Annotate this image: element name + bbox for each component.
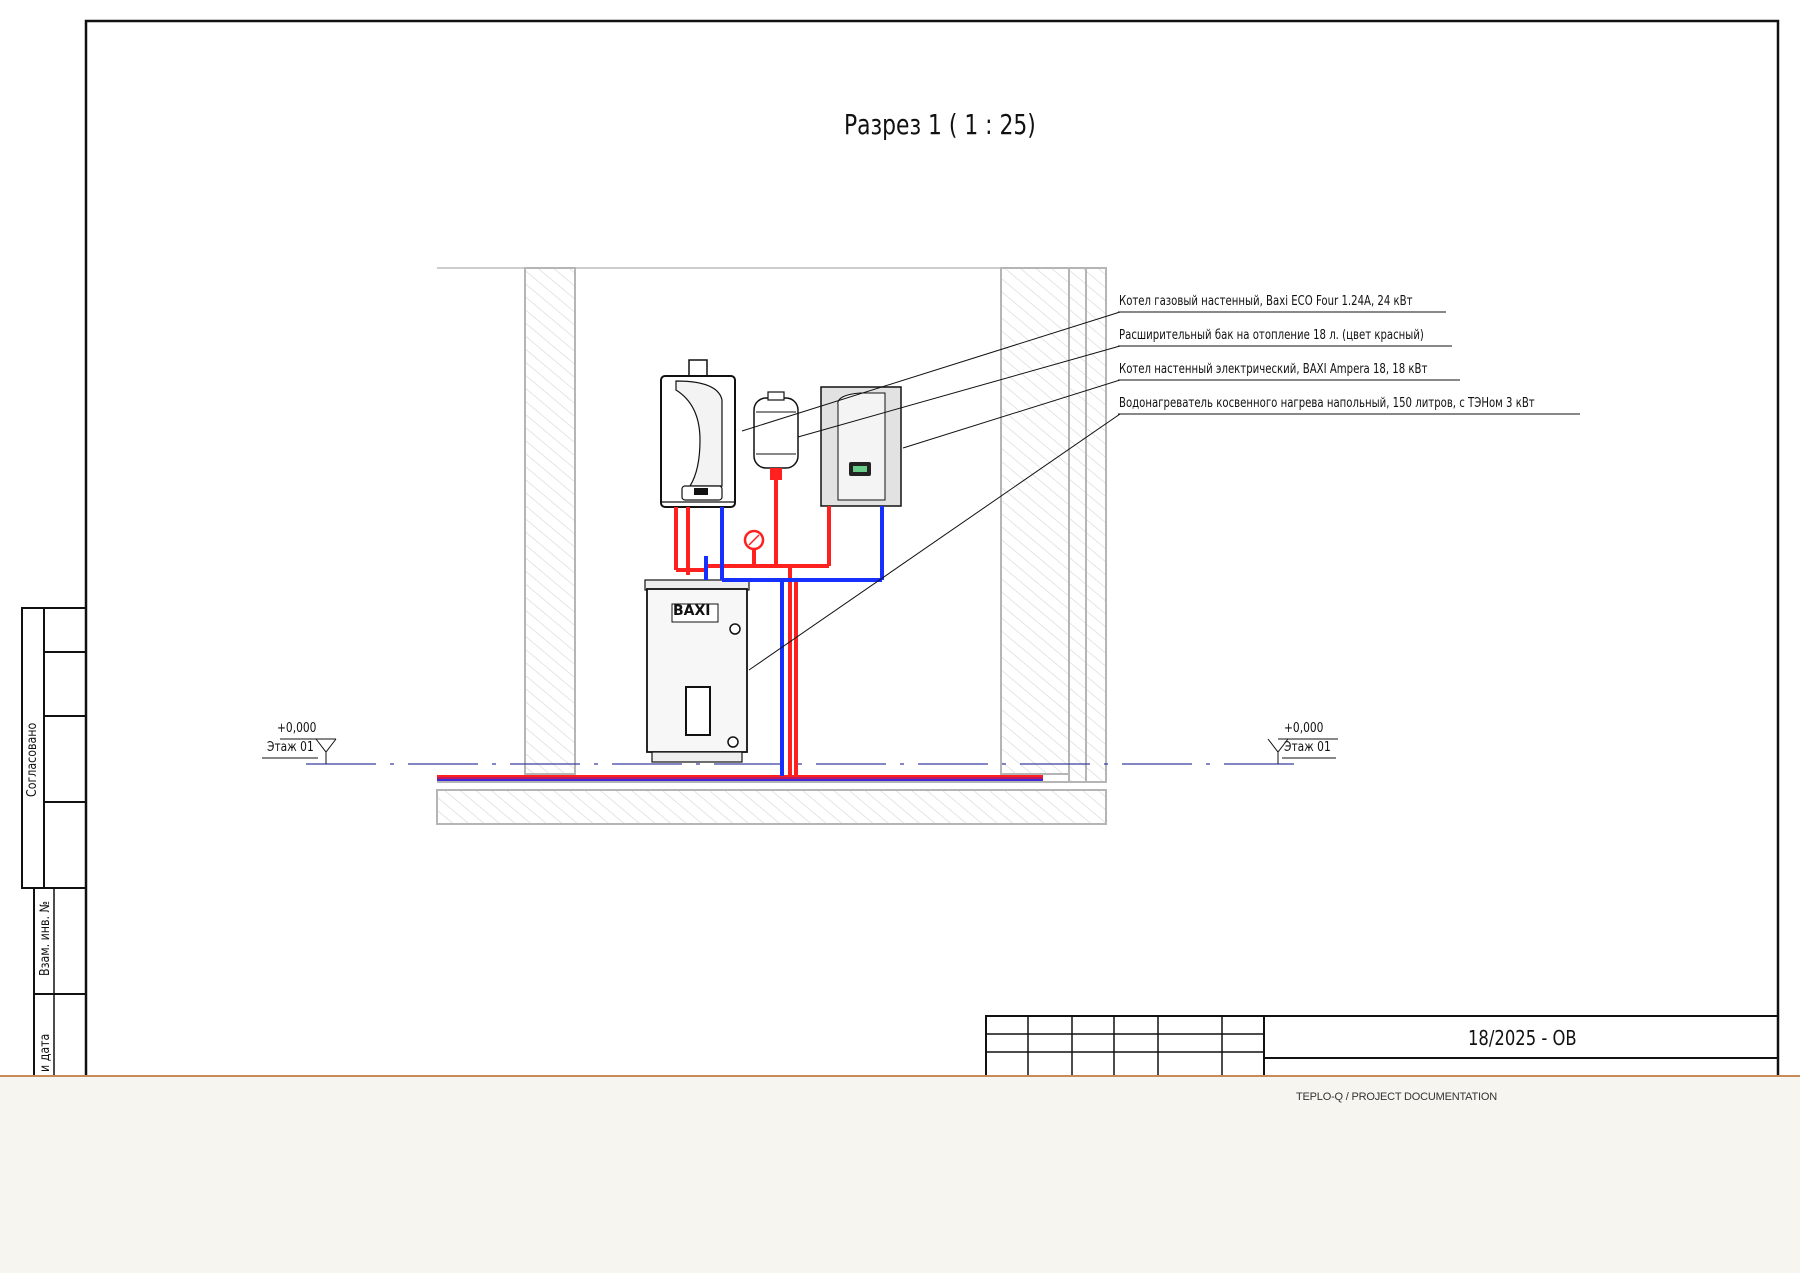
section-drawing — [21, 19, 1780, 1075]
level-name-right: Этаж 01 — [1284, 740, 1331, 755]
callout-electric-boiler: Котел настенный электрический, BAXI Ampe… — [1119, 362, 1428, 377]
document-code: 18/2025 - ОВ — [1468, 1026, 1577, 1050]
building-section — [436, 267, 1107, 825]
expansion-tank — [753, 391, 799, 480]
heater-brand-logo: BAXI — [673, 603, 711, 619]
callout-gas-boiler: Котел газовый настенный, Baxi ECO Four 1… — [1119, 294, 1413, 309]
section-title: Разрез 1 ( 1 : 25) — [844, 108, 1036, 141]
footer-divider — [0, 1075, 1800, 1077]
stamp-date: и дата — [38, 1033, 53, 1072]
footer-caption: TEPLO-Q / PROJECT DOCUMENTATION — [1296, 1091, 1497, 1103]
callout-water-heater: Водонагреватель косвенного нагрева напол… — [1119, 396, 1535, 411]
right-wall-outer — [1085, 267, 1107, 783]
left-wall — [524, 267, 576, 775]
level-mark-left: +0,000 — [277, 721, 317, 736]
callout-expansion-tank: Расширительный бак на отопление 18 л. (ц… — [1119, 328, 1424, 343]
stamp-agreed: Согласовано — [25, 722, 40, 797]
stamp-inv-no: Взам. инв. № — [38, 900, 53, 976]
gas-boiler — [660, 359, 736, 508]
sheet-frame — [21, 19, 1780, 1075]
floor-pipes — [437, 775, 1043, 781]
electric-boiler — [820, 386, 902, 507]
drawing-sheet: Разрез 1 ( 1 : 25) Котел газовый настенн… — [0, 0, 1800, 1075]
floor-slab — [436, 789, 1107, 825]
right-wall — [1000, 267, 1070, 775]
level-name-left: Этаж 01 — [267, 740, 314, 755]
level-line — [262, 738, 1338, 765]
level-mark-right: +0,000 — [1284, 721, 1324, 736]
right-wall-finish — [1068, 267, 1087, 783]
